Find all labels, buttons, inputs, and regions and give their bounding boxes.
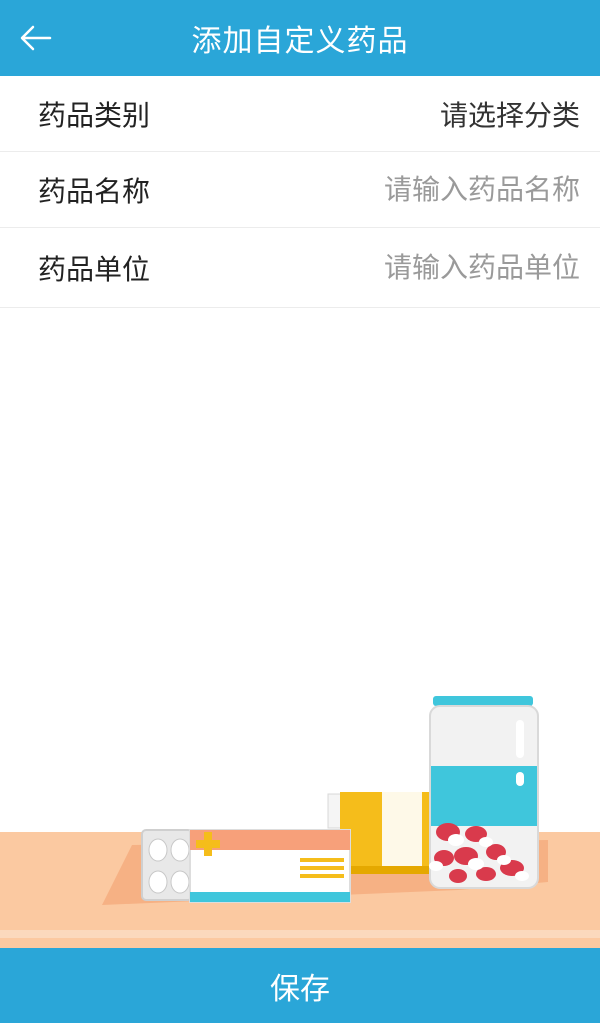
unit-input[interactable]: [280, 251, 580, 284]
unit-label: 药品单位: [38, 252, 151, 286]
medicine-form: 药品类别 请选择分类 药品名称 药品单位: [0, 76, 600, 308]
category-label: 药品类别: [38, 98, 151, 132]
orange-medicine-box: [189, 829, 351, 903]
category-select[interactable]: 请选择分类: [440, 94, 580, 134]
page-title: 添加自定义药品: [191, 24, 409, 59]
unit-row: 药品单位: [0, 228, 600, 308]
medicine-illustration: [0, 696, 600, 948]
name-row: 药品名称: [0, 152, 600, 228]
pill-bottle-icon: [429, 696, 539, 889]
app-bar: 添加自定义药品: [0, 0, 600, 76]
category-row[interactable]: 药品类别 请选择分类: [0, 76, 600, 152]
name-label: 药品名称: [38, 174, 151, 208]
blister-pack-icon: [141, 829, 193, 901]
save-button[interactable]: 保存: [0, 948, 600, 1023]
table-edge: [0, 930, 600, 938]
name-input[interactable]: [280, 173, 580, 206]
